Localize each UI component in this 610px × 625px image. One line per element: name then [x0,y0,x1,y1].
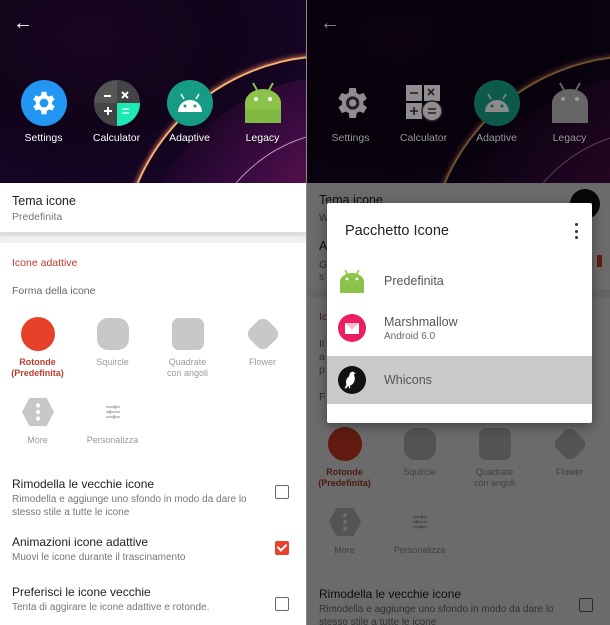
app-preview-adaptive: Adaptive [460,80,533,144]
app-preview-row: Settings Calculator Adaptive Legacy [0,80,306,144]
settings-icon [20,80,67,126]
shape-option-round[interactable]: Rotonde(Predefinita) [0,311,75,389]
app-preview-settings: Settings [7,80,80,144]
option-description: Tenta di aggirare le icone adattive e ro… [12,602,210,613]
option-description: Rimodella e aggiunge uno sfondo in modo … [12,494,247,518]
app-label: Adaptive [169,132,210,144]
option-description: Muovi le icone durante il trascinamento [12,552,186,563]
whicons-bird-icon [338,366,366,394]
icon-pack-item-marshmallow[interactable]: Marshmallow Android 6.0 [327,303,592,353]
android-adaptive-icon [166,80,213,126]
shape-label: Squircle [96,357,129,367]
app-label: Settings [331,132,370,144]
settings-gear-icon [328,80,374,126]
option-title: Rimodella le vecchie icone [12,477,155,491]
android-legacy-icon [547,80,593,126]
dialog-title: Pacchetto Icone [345,223,449,239]
app-preview-legacy: Legacy [533,80,606,144]
left-screen: ← Settings Calculator Adaptive Legacy Te… [0,0,306,625]
android-legacy-icon [240,80,286,126]
icon-pack-name: Whicons [384,373,432,387]
right-screen: ← Settings Calculator Adaptive Legacy Pa… [307,0,610,625]
app-label: Adaptive [476,132,517,144]
icon-theme-value: Predefinita [12,211,63,223]
back-button[interactable]: ← [319,12,341,34]
app-label: Calculator [399,132,448,144]
app-preview-calculator: Calculator [80,80,153,144]
icon-shape-label: Forma della icone [12,285,96,297]
app-preview-legacy: Legacy [226,80,299,144]
reshape-legacy-icons-checkbox[interactable] [275,485,289,499]
icon-pack-description: Android 6.0 [384,330,436,342]
shape-option-rounded-square[interactable]: Quadratecon angoli [150,311,225,389]
arrow-left-icon: ← [13,12,33,34]
icon-pack-item-whicons[interactable]: Whicons [327,356,592,404]
option-title: Preferisci le icone vecchie [12,585,151,599]
tune-sliders-icon [96,395,130,429]
shape-label: Personalizza [86,435,139,445]
prefer-legacy-icons-checkbox[interactable] [275,597,289,611]
calculator-icon [93,80,140,126]
app-preview-adaptive: Adaptive [153,80,226,144]
shape-label: Flower [248,357,276,367]
calculator-icon [401,80,447,126]
hexagon-more-icon [21,395,55,429]
icon-pack-item-predefinita[interactable]: Predefinita [327,265,592,297]
circle-shape-icon [20,317,55,351]
android-adaptive-icon [473,80,520,126]
option-prefer-legacy-icons[interactable]: Preferisci le icone vecchie Tenta di agg… [0,585,306,625]
icon-theme-title: Tema icone [12,194,76,208]
flower-shape-icon [244,315,281,353]
icon-shape-grid: Rotonde(Predefinita) Squircle Quadrateco… [0,311,306,467]
shape-label: More [27,435,48,445]
option-adaptive-icon-animations[interactable]: Animazioni icone adattive Muovi le icone… [0,535,306,585]
shape-option-customize[interactable]: Personalizza [75,389,150,467]
app-label: Legacy [552,132,587,144]
shape-option-squircle[interactable]: Squircle [75,311,150,389]
settings-content: Tema icone Predefinita Icone adattive Fo… [0,183,306,625]
option-reshape-legacy-icons[interactable]: Rimodella le vecchie icone Rimodella e a… [0,477,306,535]
shape-label-sub: con angoli [166,368,209,378]
android-icon [338,267,366,295]
back-button[interactable]: ← [12,12,34,34]
arrow-left-icon: ← [320,12,340,34]
app-preview-row: Settings Calculator Adaptive Legacy [307,80,610,144]
app-preview-calculator: Calculator [387,80,460,144]
adaptive-icon-animations-checkbox[interactable] [275,541,289,555]
app-label: Calculator [92,132,141,144]
section-header-adaptive-icons: Icone adattive [12,257,78,269]
shape-label: Quadrate [168,357,207,367]
shape-option-flower[interactable]: Flower [225,311,300,389]
option-title: Animazioni icone adattive [12,535,149,549]
app-label: Legacy [245,132,280,144]
shape-label-sub: (Predefinita) [11,368,64,378]
icon-theme-row[interactable]: Tema icone Predefinita [0,183,306,233]
more-vert-icon[interactable] [570,221,582,241]
icon-pack-dialog: Pacchetto Icone Predefinita Marshmallow … [327,203,592,423]
app-preview-settings: Settings [314,80,387,144]
icon-pack-name: Predefinita [384,274,444,288]
icon-pack-name: Marshmallow [384,314,458,329]
rounded-square-shape-icon [171,317,205,351]
divider [0,233,306,243]
shape-label: Rotonde [19,357,56,367]
squircle-shape-icon [96,317,130,351]
shape-option-more[interactable]: More [0,389,75,467]
app-label: Settings [24,132,63,144]
marshmallow-icon [338,314,366,342]
